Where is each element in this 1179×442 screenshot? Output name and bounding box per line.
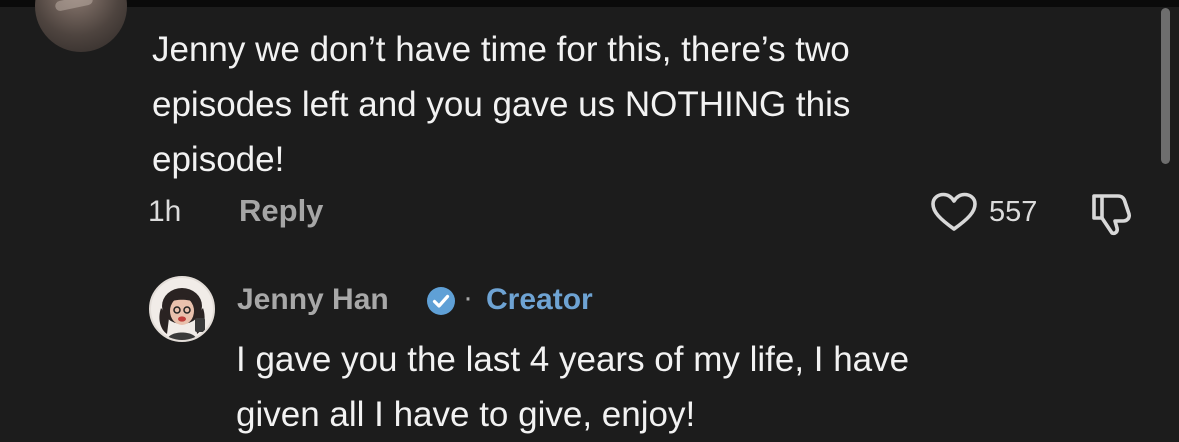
reply-button[interactable]: Reply xyxy=(239,193,323,229)
verified-check-icon xyxy=(427,287,455,315)
creator-badge: Creator xyxy=(486,283,593,316)
avatar-highlight xyxy=(54,0,94,12)
creator-avatar[interactable] xyxy=(149,276,215,342)
comment-line-1: Jenny we don’t have time for this, there… xyxy=(152,30,850,69)
separator-dot: · xyxy=(463,281,473,314)
comment-line-3: episode! xyxy=(152,140,285,179)
scrollbar[interactable] xyxy=(1161,8,1170,164)
like-count: 557 xyxy=(989,196,1038,228)
creator-avatar-portrait xyxy=(159,288,205,340)
reply-text: I gave you the last 4 years of my life, … xyxy=(236,332,1136,442)
reply-author-name[interactable]: Jenny Han xyxy=(237,282,389,318)
commenter-avatar[interactable] xyxy=(35,0,127,52)
comment-timestamp: 1h xyxy=(148,195,182,228)
thumbs-down-icon[interactable] xyxy=(1088,190,1138,236)
reply-line-1: I gave you the last 4 years of my life, … xyxy=(236,340,910,379)
heart-icon[interactable] xyxy=(930,192,978,232)
comment-text: Jenny we don’t have time for this, there… xyxy=(152,22,1052,187)
comment-line-2: episodes left and you gave us NOTHING th… xyxy=(152,85,851,124)
top-edge xyxy=(0,0,1179,7)
reply-line-2: given all I have to give, enjoy! xyxy=(236,395,696,434)
